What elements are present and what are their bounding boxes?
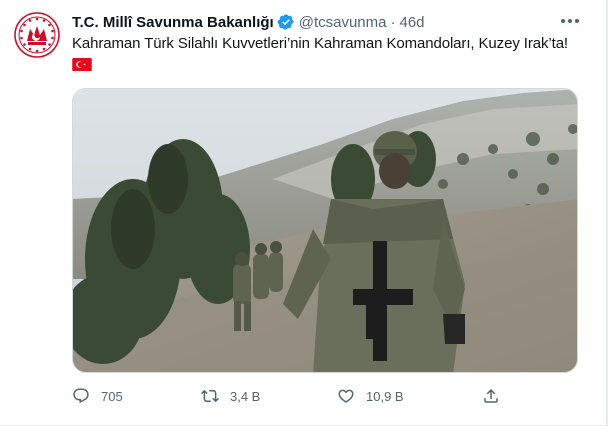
retweet-button[interactable]: 3,4 B (201, 385, 260, 407)
ministry-emblem-icon (14, 12, 60, 58)
share-icon (484, 388, 498, 403)
heart-icon (338, 389, 354, 403)
more-dot-icon (561, 19, 565, 23)
tweet-header: T.C. Millî Savunma Bakanlığı @tcsavunma … (72, 12, 425, 32)
turkey-flag-icon (72, 58, 92, 71)
reply-button[interactable]: 705 (72, 385, 123, 407)
like-count: 10,9 B (366, 388, 404, 404)
verified-badge-icon (277, 13, 295, 31)
retweet-count: 3,4 B (230, 388, 261, 404)
more-dot-icon (575, 19, 579, 23)
separator-dot: · (390, 13, 396, 31)
more-dot-icon (568, 19, 572, 23)
like-button[interactable]: 10,9 B (337, 385, 404, 407)
reply-icon (73, 388, 89, 404)
reply-count: 705 (101, 388, 123, 404)
display-name[interactable]: T.C. Millî Savunma Bakanlığı (72, 14, 274, 31)
share-button[interactable] (482, 385, 500, 407)
tweet-actions: 705 3,4 B 10,9 B (72, 385, 522, 407)
tweet-card[interactable]: T.C. Millî Savunma Bakanlığı @tcsavunma … (0, 0, 608, 426)
retweet-icon (201, 389, 219, 403)
timestamp[interactable]: 46d (399, 14, 424, 31)
handle[interactable]: @tcsavunma (299, 14, 387, 31)
more-options-button[interactable] (561, 14, 579, 28)
soldiers-mountain-photo (73, 89, 577, 372)
tweet-photo[interactable] (72, 88, 578, 373)
tweet-text: Kahraman Türk Silahlı Kuvvetleri’nin Kah… (72, 35, 568, 52)
avatar[interactable] (13, 11, 61, 59)
